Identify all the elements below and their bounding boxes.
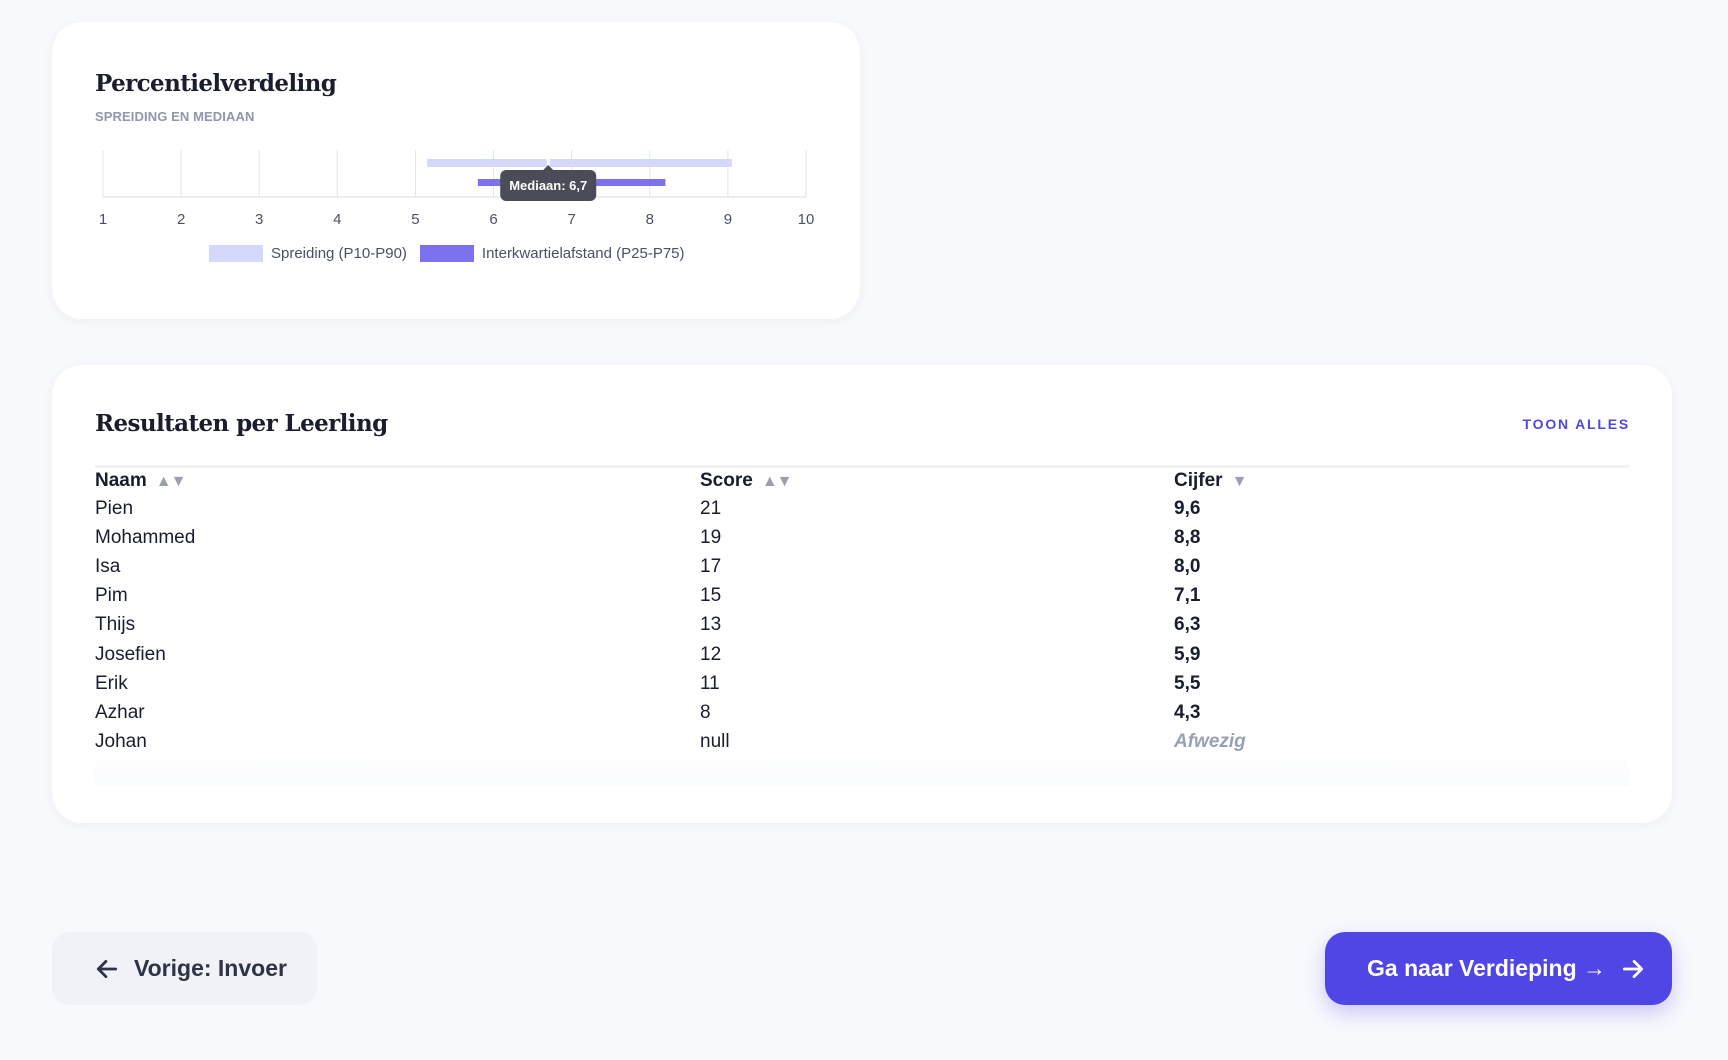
sort-both-icon[interactable]: ▲▼: [762, 473, 793, 490]
student-grade: 5,9: [1174, 643, 1201, 665]
percentile-chart: 1 2 3 4 5 6 7 8 9 10 Mediaan: 6,7: [99, 150, 815, 228]
table-header-row: Naam ▲▼ Score ▲▼ Cijfer ▼: [95, 468, 1629, 494]
x-tick-label: 9: [724, 211, 732, 228]
student-name: Pim: [95, 585, 128, 607]
student-grade: 4,3: [1174, 701, 1201, 723]
student-grade: 8,8: [1174, 526, 1201, 548]
legend-item-spread: Spreiding (P10-P90): [209, 245, 407, 262]
results-table: Naam ▲▼ Score ▲▼ Cijfer ▼ Pien 21 9,6 Mo…: [95, 468, 1629, 757]
results-card-title: Resultaten per Leerling: [95, 410, 388, 437]
arrow-right-icon: [1622, 959, 1644, 978]
table-row[interactable]: Thijs 13 6,3: [95, 611, 1629, 640]
previous-button-label: Vorige: Invoer: [134, 955, 287, 981]
percentile-card: Percentielverdeling SPREIDING EN MEDIAAN…: [52, 22, 860, 319]
student-score: 11: [700, 672, 720, 694]
table-row[interactable]: Erik 11 5,5: [95, 669, 1629, 698]
student-name: Josefien: [95, 643, 166, 665]
next-button[interactable]: Ga naar Verdieping →: [1325, 932, 1672, 1005]
student-name: Isa: [95, 555, 121, 577]
student-name: Azhar: [95, 701, 145, 723]
table-row[interactable]: Pien 21 9,6: [95, 494, 1629, 523]
sort-desc-icon[interactable]: ▼: [1232, 473, 1248, 490]
previous-button[interactable]: Vorige: Invoer: [52, 932, 317, 1005]
x-tick-label: 1: [99, 211, 107, 228]
x-tick-label: 6: [489, 211, 497, 228]
legend-label-iqr: Interkwartielafstand (P25-P75): [481, 245, 685, 262]
student-name: Johan: [95, 731, 147, 753]
student-score: 12: [700, 643, 722, 665]
table-row[interactable]: Isa 17 8,0: [95, 552, 1629, 581]
spread-bar: [427, 159, 732, 167]
student-grade: 7,1: [1174, 585, 1201, 607]
sort-both-icon[interactable]: ▲▼: [156, 473, 187, 490]
column-header-naam[interactable]: Naam ▲▼: [95, 468, 700, 494]
column-header-cijfer[interactable]: Cijfer ▼: [1174, 468, 1629, 494]
table-row[interactable]: Johan null Afwezig: [95, 728, 1629, 757]
legend-item-iqr: Interkwartielafstand (P25-P75): [419, 245, 685, 262]
student-grade-absent: Afwezig: [1174, 731, 1246, 753]
results-table-container: Naam ▲▼ Score ▲▼ Cijfer ▼ Pien 21 9,6 Mo…: [95, 465, 1629, 786]
arrow-left-icon: [96, 959, 118, 978]
student-score: 19: [700, 526, 722, 548]
table-row[interactable]: Azhar 8 4,3: [95, 698, 1629, 727]
student-name: Mohammed: [95, 526, 196, 548]
student-grade: 6,3: [1174, 614, 1201, 636]
show-all-link[interactable]: TOON ALLES: [1523, 416, 1630, 432]
student-grade: 8,0: [1174, 555, 1201, 577]
student-score: null: [700, 731, 730, 753]
student-grade: 9,6: [1174, 497, 1201, 519]
x-tick-label: 5: [411, 211, 419, 228]
student-score: 13: [700, 614, 722, 636]
column-label-cijfer: Cijfer: [1174, 470, 1223, 491]
x-tick-label: 2: [177, 211, 185, 228]
legend-swatch-spread: [209, 245, 263, 262]
student-name: Pien: [95, 497, 134, 519]
table-row[interactable]: Mohammed 19 8,8: [95, 523, 1629, 552]
student-score: 17: [700, 555, 722, 577]
x-tick-label: 4: [333, 211, 341, 228]
student-score: 21: [700, 497, 722, 519]
x-tick-label: 10: [798, 211, 815, 228]
column-header-score[interactable]: Score ▲▼: [700, 468, 1174, 494]
next-button-label: Ga naar Verdieping →: [1367, 955, 1607, 981]
student-grade: 5,5: [1174, 672, 1201, 694]
legend-swatch-iqr: [419, 245, 474, 262]
table-row[interactable]: Pim 15 7,1: [95, 582, 1629, 611]
table-row[interactable]: Josefien 12 5,9: [95, 640, 1629, 669]
student-score: 8: [700, 701, 711, 723]
x-tick-label: 8: [646, 211, 654, 228]
chart-legend: Spreiding (P10-P90) Interkwartielafstand…: [209, 245, 698, 262]
legend-label-spread: Spreiding (P10-P90): [271, 245, 407, 262]
student-name: Erik: [95, 672, 128, 694]
student-name: Thijs: [95, 614, 136, 636]
column-label-naam: Naam: [95, 470, 147, 491]
median-tooltip-label: Mediaan: 6,7: [509, 178, 587, 193]
x-tick-label: 3: [255, 211, 263, 228]
student-score: 15: [700, 585, 722, 607]
column-label-score: Score: [700, 470, 753, 491]
x-tick-label: 7: [567, 211, 575, 228]
results-card: Resultaten per Leerling TOON ALLES Naam ▲…: [52, 365, 1672, 823]
